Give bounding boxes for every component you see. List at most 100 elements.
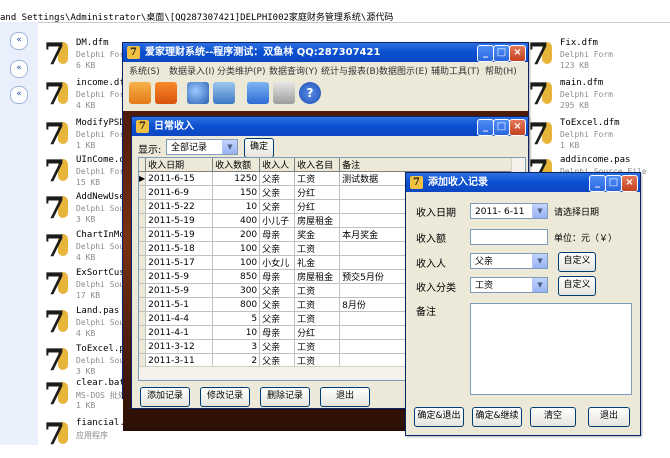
table-cell: 3 [212, 339, 261, 354]
collapse-chevron-icon[interactable]: « [10, 86, 28, 104]
table-cell: 850 [212, 269, 261, 284]
document-icon[interactable] [273, 82, 295, 104]
exit-button[interactable]: 退出 [320, 387, 370, 407]
table-cell: 工资 [294, 311, 341, 326]
filter-value: 全部记录 [171, 143, 208, 153]
row-indicator [139, 255, 147, 270]
table-cell: 100 [212, 241, 261, 256]
table-cell: 2011-5-1 [145, 297, 214, 312]
date-picker[interactable]: 2011- 6-11 ▼ [470, 203, 548, 219]
file-item[interactable]: 7 Fix.dfm Delphi Form 123 KB [528, 38, 648, 78]
close-button[interactable]: × [621, 175, 638, 192]
row-indicator [139, 339, 147, 354]
menu-report[interactable]: 统计与报表(B) [321, 64, 379, 77]
col-header[interactable]: 收入日期 [145, 158, 214, 172]
table-cell: 母亲 [259, 227, 296, 242]
minimize-button[interactable]: _ [589, 175, 606, 192]
note-textarea[interactable] [470, 303, 632, 395]
daily-income-title-bar[interactable]: 7 日常收入 _ □ × [132, 117, 528, 136]
file-item[interactable]: 7 main.dfm Delphi Form 295 KB [528, 78, 648, 118]
file-name: addincome.pas [560, 155, 631, 165]
exit-button[interactable]: 退出 [588, 407, 630, 427]
file-name: DM.dfm [76, 38, 109, 48]
table-cell: 2011-6-9 [145, 185, 214, 200]
delphi-file-icon: 7 [44, 417, 68, 452]
maximize-button[interactable]: □ [493, 119, 510, 136]
table-cell: 小女儿 [259, 255, 296, 270]
rss-icon[interactable] [155, 82, 177, 104]
menu-query[interactable]: 数据查询(Y) [269, 64, 318, 77]
book-icon[interactable] [247, 82, 269, 104]
minimize-button[interactable]: _ [477, 119, 494, 136]
table-cell: 2011-5-18 [145, 241, 214, 256]
table-cell: 工资 [294, 297, 341, 312]
col-header[interactable]: 收入人 [259, 158, 296, 172]
delete-record-button[interactable]: 删除记录 [260, 387, 310, 407]
amount-label: 收入额 [416, 234, 446, 245]
custom-person-button[interactable]: 自定义 [558, 252, 596, 272]
close-button[interactable]: × [509, 119, 526, 136]
col-header[interactable]: 收入名目 [294, 158, 341, 172]
table-cell: 父亲 [259, 297, 296, 312]
table-cell: 父亲 [259, 311, 296, 326]
file-type: Delphi Form [560, 90, 613, 99]
row-indicator [139, 325, 147, 340]
delphi-file-icon: 7 [44, 37, 68, 72]
row-indicator: ▶ [139, 171, 147, 186]
delphi-file-icon: 7 [44, 267, 68, 302]
close-button[interactable]: × [509, 45, 526, 62]
chevron-down-icon[interactable]: ▼ [532, 254, 547, 268]
confirm-button[interactable]: 确定 [244, 138, 274, 158]
table-cell: 分红 [294, 199, 341, 214]
collapse-chevron-icon[interactable]: « [10, 32, 28, 50]
add-record-icon[interactable] [129, 82, 151, 104]
menu-category[interactable]: 分类维护(P) [217, 64, 265, 77]
chevron-down-icon[interactable]: ▼ [222, 140, 237, 154]
clear-button[interactable]: 清空 [530, 407, 576, 427]
filter-select[interactable]: 全部记录 ▼ [166, 139, 238, 155]
explorer-task-pane: « « « [0, 22, 38, 445]
table-cell: 工资 [294, 241, 341, 256]
file-size: 1 KB [76, 401, 96, 410]
table-cell: 2011-4-4 [145, 311, 214, 326]
table-cell: 200 [212, 227, 261, 242]
menu-data-entry[interactable]: 数据录入(I) [169, 64, 215, 77]
edit-record-button[interactable]: 修改记录 [200, 387, 250, 407]
ok-continue-button[interactable]: 确定&继续 [472, 407, 522, 427]
chevron-down-icon[interactable]: ▼ [532, 204, 547, 218]
address-bar[interactable]: and Settings\Administrator\桌面\[QQ2873074… [0, 0, 670, 23]
table-cell: 母亲 [259, 269, 296, 284]
menu-chart[interactable]: 数据图示(E) [379, 64, 428, 77]
table-cell: 150 [212, 185, 261, 200]
ok-exit-button[interactable]: 确定&退出 [414, 407, 464, 427]
table-cell: 2011-5-19 [145, 227, 214, 242]
date-label: 收入日期 [416, 208, 456, 219]
file-item[interactable]: 7 ToExcel.dfm Delphi Form 1 KB [528, 118, 648, 158]
table-cell: 2011-5-17 [145, 255, 214, 270]
app-icon: 7 [136, 120, 149, 133]
chevron-down-icon[interactable]: ▼ [532, 278, 547, 292]
maximize-button[interactable]: □ [605, 175, 622, 192]
table-cell: 2011-4-1 [145, 325, 214, 340]
menu-system[interactable]: 系统(S) [129, 64, 160, 77]
delphi-file-icon: 7 [44, 343, 68, 378]
menu-tools[interactable]: 辅助工具(T) [431, 64, 480, 77]
maximize-button[interactable]: □ [493, 45, 510, 62]
amount-input[interactable] [470, 229, 548, 245]
monitor-icon[interactable] [213, 82, 235, 104]
collapse-chevron-icon[interactable]: « [10, 60, 28, 78]
menu-help[interactable]: 帮助(H) [485, 64, 517, 77]
main-title-bar[interactable]: 7 爱家理财系统--程序测试：双鱼林 QQ:287307421 _ □ × [123, 43, 528, 62]
person-select[interactable]: 父亲 ▼ [470, 253, 548, 269]
search-icon[interactable] [187, 82, 209, 104]
help-icon[interactable]: ? [299, 82, 321, 104]
col-header[interactable]: 备注 [339, 158, 516, 172]
category-select[interactable]: 工资 ▼ [470, 277, 548, 293]
col-header[interactable]: 收入数额 [212, 158, 261, 172]
table-cell: 5 [212, 311, 261, 326]
add-income-title-bar[interactable]: 7 添加收入记录 _ □ × [406, 173, 640, 192]
row-indicator [139, 283, 147, 298]
add-record-button[interactable]: 添加记录 [140, 387, 190, 407]
custom-category-button[interactable]: 自定义 [558, 276, 596, 296]
minimize-button[interactable]: _ [477, 45, 494, 62]
